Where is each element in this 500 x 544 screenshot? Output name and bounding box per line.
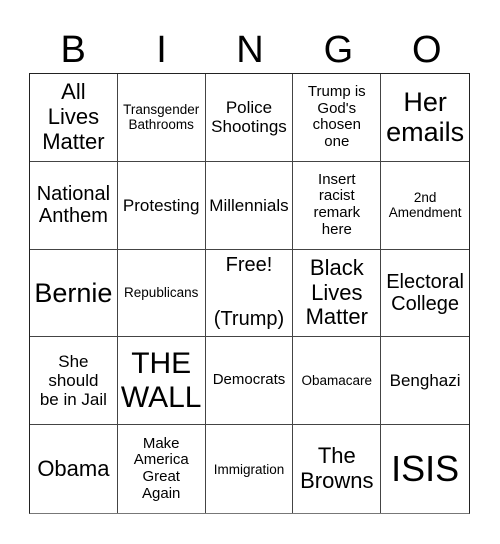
free-space-cell[interactable]: Free! (Trump) xyxy=(205,249,294,338)
header-letter-n: N xyxy=(236,29,264,71)
header-letter-i: I xyxy=(156,29,167,71)
bingo-cell[interactable]: Protesting xyxy=(117,161,206,250)
bingo-cell[interactable]: Obamacare xyxy=(293,337,382,426)
bingo-cell[interactable]: THE WALL xyxy=(117,337,206,426)
bingo-cell[interactable]: Immigration xyxy=(206,425,294,513)
bingo-cell[interactable]: Democrats xyxy=(205,337,294,426)
bingo-cell[interactable]: Benghazi xyxy=(381,337,469,426)
header-letter-g: G xyxy=(323,29,354,71)
bingo-grid: All Lives Matter Transgender Bathrooms P… xyxy=(29,73,470,514)
bingo-cell[interactable]: She should be in Jail xyxy=(30,337,118,426)
bingo-cell[interactable]: The Browns xyxy=(293,425,382,513)
header-letter-b: B xyxy=(60,29,86,71)
bingo-cell[interactable]: Trump is God's chosen one xyxy=(293,74,382,162)
bingo-cell[interactable]: All Lives Matter xyxy=(30,74,118,162)
bingo-cell[interactable]: 2nd Amendment xyxy=(381,162,469,250)
bingo-cell[interactable]: Black Lives Matter xyxy=(293,249,382,338)
bingo-cell[interactable]: Millennials xyxy=(205,161,294,250)
bingo-cell[interactable]: Police Shootings xyxy=(205,74,294,162)
bingo-cell[interactable]: Republicans xyxy=(117,249,206,338)
bingo-cell[interactable]: Obama xyxy=(30,425,118,513)
bingo-cell[interactable]: Bernie xyxy=(30,249,118,338)
bingo-cell[interactable]: ISIS xyxy=(381,425,469,513)
bingo-cell[interactable]: Electoral College xyxy=(381,250,469,338)
bingo-header: B I N G O xyxy=(29,28,471,72)
bingo-cell[interactable]: National Anthem xyxy=(30,161,118,250)
bingo-cell[interactable]: Make America Great Again xyxy=(118,425,206,513)
header-letter-o: O xyxy=(411,29,442,71)
bingo-cell[interactable]: Transgender Bathrooms xyxy=(117,74,206,162)
bingo-cell[interactable]: Her emails xyxy=(381,74,469,162)
bingo-cell[interactable]: Insert racist remark here xyxy=(293,161,382,250)
